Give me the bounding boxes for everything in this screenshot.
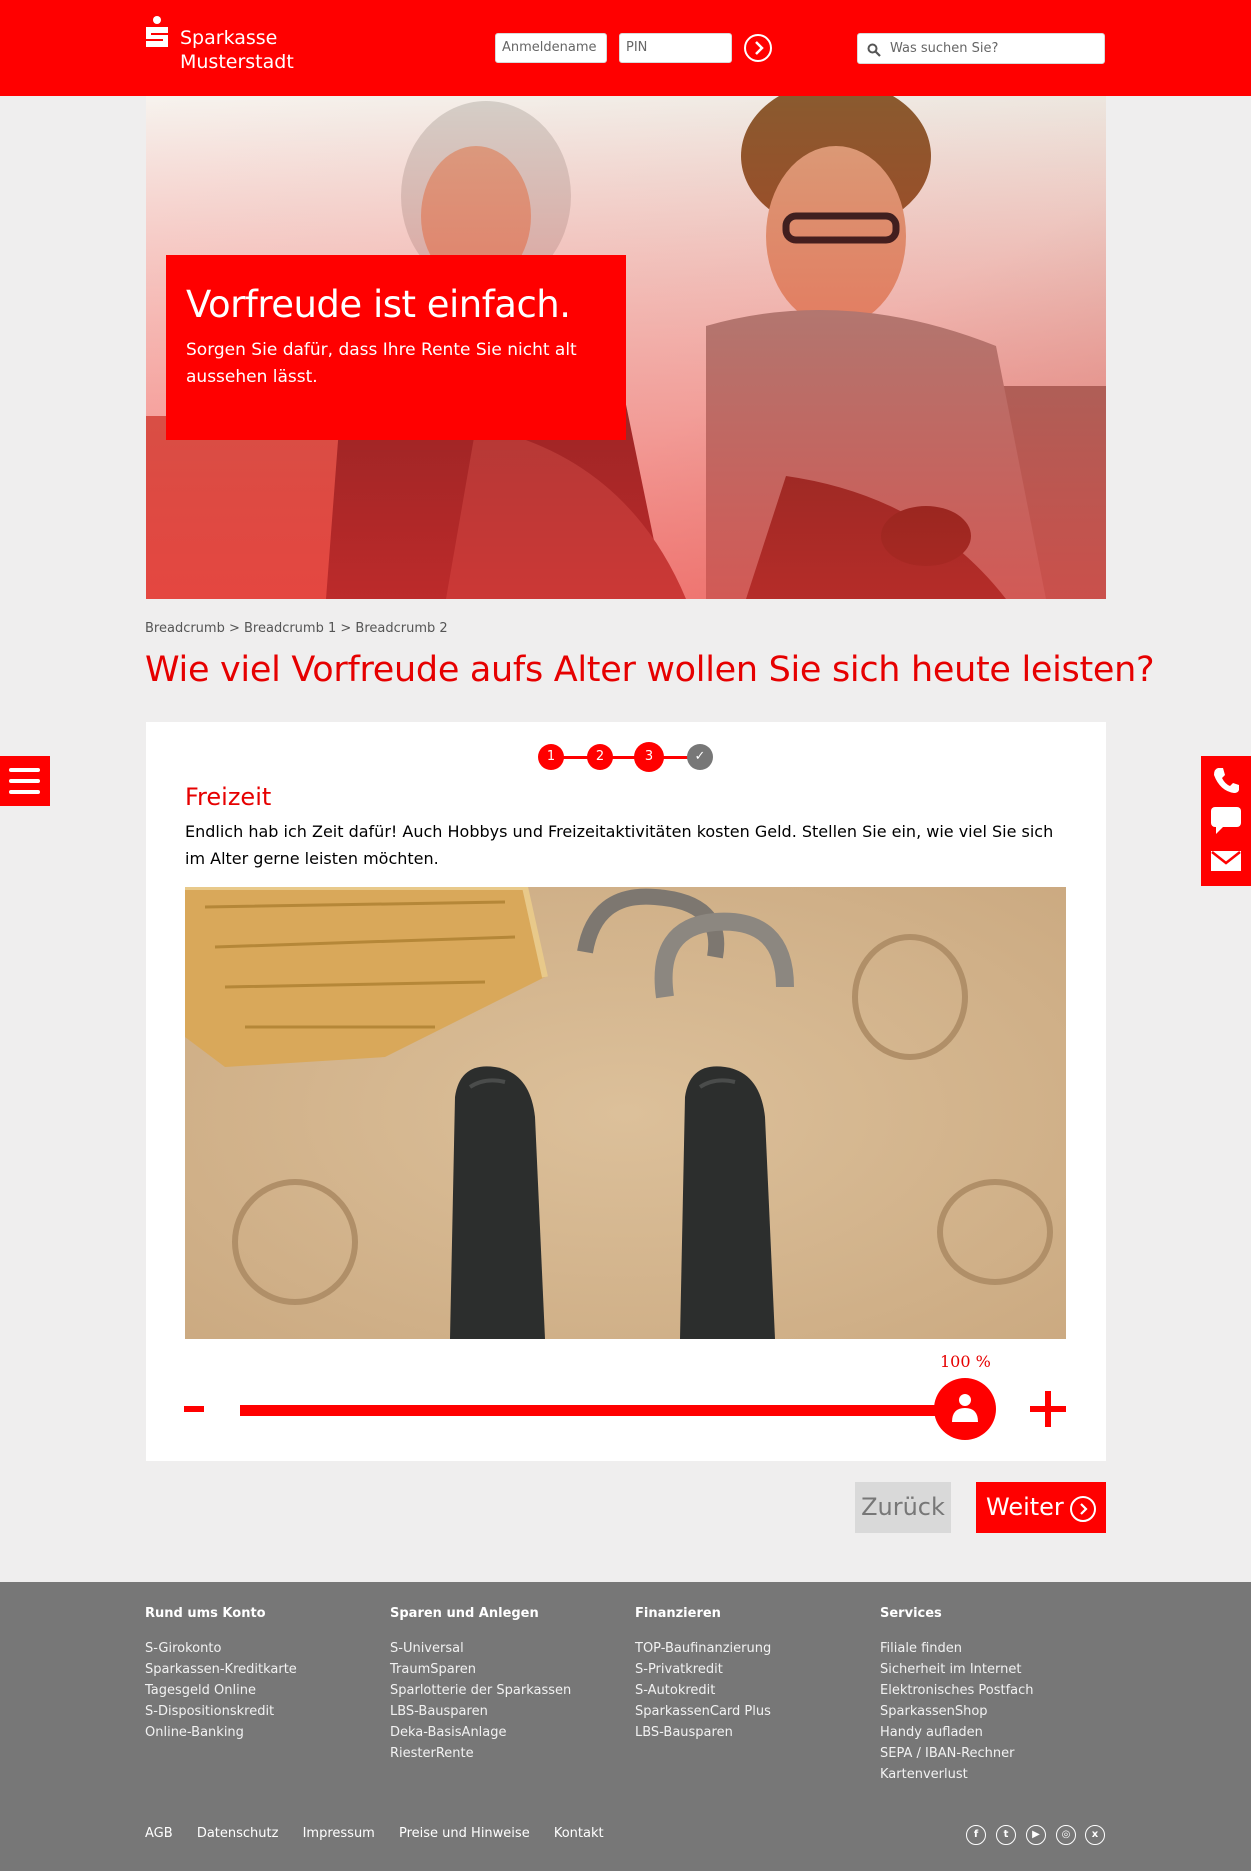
pin-input[interactable]: PIN	[619, 33, 732, 63]
contact-panel	[1201, 756, 1251, 886]
twitter-icon[interactable]: t	[996, 1825, 1016, 1845]
footer-link[interactable]: TOP-Baufinanzierung	[635, 1638, 771, 1659]
footer-column-services: Services Filiale finden Sicherheit im In…	[880, 1606, 1034, 1785]
next-button-label: Weiter	[986, 1493, 1064, 1521]
footer-link[interactable]: Online-Banking	[145, 1722, 297, 1743]
footer-link[interactable]: RiesterRente	[390, 1743, 571, 1764]
boots-horseshoe-photo	[185, 887, 1066, 1339]
person-icon	[952, 1394, 978, 1422]
login-name-placeholder: Anmeldename	[502, 40, 597, 55]
footer-link[interactable]: S-Privatkredit	[635, 1659, 771, 1680]
footer-column-title: Finanzieren	[635, 1606, 721, 1621]
chat-icon[interactable]	[1210, 805, 1242, 835]
section-description: Endlich hab ich Zeit dafür! Auch Hobbys …	[185, 822, 1054, 868]
step-2[interactable]: 2	[587, 744, 613, 770]
back-button[interactable]: Zurück	[855, 1482, 951, 1533]
footer-link[interactable]: Sparkassen-Kreditkarte	[145, 1659, 297, 1680]
footer-link[interactable]: Tagesgeld Online	[145, 1680, 297, 1701]
pin-placeholder: PIN	[626, 40, 648, 55]
step-indicator: 1 2 3 ✓	[538, 742, 713, 772]
chevron-right-icon	[1070, 1496, 1096, 1522]
footer-legal-links: AGB Datenschutz Impressum Preise und Hin…	[145, 1826, 624, 1841]
footer-legal-link[interactable]: Preise und Hinweise	[399, 1826, 530, 1841]
brand-line2: Musterstadt	[180, 51, 294, 73]
slider-value-label: 100 %	[940, 1352, 991, 1371]
amount-slider-track[interactable]	[240, 1405, 967, 1416]
footer-link[interactable]: LBS-Bausparen	[390, 1701, 571, 1722]
breadcrumb[interactable]: Breadcrumb > Breadcrumb 1 > Breadcrumb 2	[145, 621, 448, 636]
login-name-input[interactable]: Anmeldename	[495, 33, 607, 63]
footer-link[interactable]: TraumSparen	[390, 1659, 571, 1680]
step-3-current[interactable]: 3	[634, 742, 664, 772]
page-title: Wie viel Vorfreude aufs Alter wollen Sie…	[145, 650, 1155, 690]
youtube-icon[interactable]: ▶	[1026, 1825, 1046, 1845]
footer-link[interactable]: Elektronisches Postfach	[880, 1680, 1034, 1701]
footer-column-title: Sparen und Anlegen	[390, 1606, 539, 1621]
footer-link[interactable]: LBS-Bausparen	[635, 1722, 771, 1743]
footer-link[interactable]: Handy aufladen	[880, 1722, 1034, 1743]
phone-icon[interactable]	[1210, 765, 1242, 795]
footer-column-sparen: Sparen und Anlegen S-Universal TraumSpar…	[390, 1606, 571, 1764]
footer-column-title: Rund ums Konto	[145, 1606, 266, 1621]
side-menu-button[interactable]	[0, 756, 50, 806]
footer-legal-link[interactable]: Impressum	[303, 1826, 375, 1841]
xing-icon[interactable]: x	[1085, 1825, 1105, 1845]
increase-button[interactable]	[1030, 1391, 1066, 1427]
footer-link[interactable]: Kartenverlust	[880, 1764, 1034, 1785]
footer-link[interactable]: SparkassenCard Plus	[635, 1701, 771, 1722]
sparkasse-logo-icon[interactable]	[145, 16, 169, 48]
login-submit-button[interactable]	[744, 34, 772, 62]
hero-subtitle: Sorgen Sie dafür, dass Ihre Rente Sie ni…	[186, 340, 577, 387]
decrease-button[interactable]	[184, 1406, 204, 1412]
footer-link[interactable]: S-Girokonto	[145, 1638, 297, 1659]
footer-link[interactable]: SparkassenShop	[880, 1701, 1034, 1722]
footer-legal-link[interactable]: Datenschutz	[197, 1826, 279, 1841]
slider-thumb[interactable]	[934, 1378, 996, 1440]
footer-link[interactable]: Sparlotterie der Sparkassen	[390, 1680, 571, 1701]
footer-legal-link[interactable]: Kontakt	[554, 1826, 604, 1841]
section-title: Freizeit	[185, 783, 272, 811]
search-input[interactable]: Was suchen Sie?	[857, 33, 1105, 64]
step-finish: ✓	[687, 744, 713, 770]
step-1[interactable]: 1	[538, 744, 564, 770]
footer-column-konto: Rund ums Konto S-Girokonto Sparkassen-Kr…	[145, 1606, 297, 1743]
search-icon	[867, 43, 881, 57]
brand-line1: Sparkasse	[180, 27, 278, 49]
hero-teaser: Vorfreude ist einfach. Sorgen Sie dafür,…	[166, 255, 626, 440]
footer-link[interactable]: Filiale finden	[880, 1638, 1034, 1659]
site-header: Sparkasse Musterstadt Anmeldename PIN Wa…	[0, 0, 1251, 96]
footer-column-title: Services	[880, 1606, 942, 1621]
hero-title: Vorfreude ist einfach.	[186, 283, 571, 326]
footer-link[interactable]: S-Dispositionskredit	[145, 1701, 297, 1722]
next-button[interactable]: Weiter	[976, 1482, 1106, 1533]
leisure-image	[185, 887, 1066, 1339]
footer-legal-link[interactable]: AGB	[145, 1826, 173, 1841]
instagram-icon[interactable]: ◎	[1056, 1825, 1076, 1845]
brand-name[interactable]: Sparkasse Musterstadt	[180, 26, 294, 74]
footer-column-finanzieren: Finanzieren TOP-Baufinanzierung S-Privat…	[635, 1606, 771, 1743]
footer-link[interactable]: S-Universal	[390, 1638, 571, 1659]
back-button-label: Zurück	[861, 1493, 945, 1521]
search-placeholder: Was suchen Sie?	[890, 41, 999, 56]
footer-link[interactable]: Deka-BasisAnlage	[390, 1722, 571, 1743]
mail-icon[interactable]	[1210, 846, 1242, 876]
footer-link[interactable]: S-Autokredit	[635, 1680, 771, 1701]
footer-link[interactable]: Sicherheit im Internet	[880, 1659, 1034, 1680]
facebook-icon[interactable]: f	[966, 1825, 986, 1845]
chevron-right-icon	[755, 41, 764, 55]
footer-link[interactable]: SEPA / IBAN-Rechner	[880, 1743, 1034, 1764]
